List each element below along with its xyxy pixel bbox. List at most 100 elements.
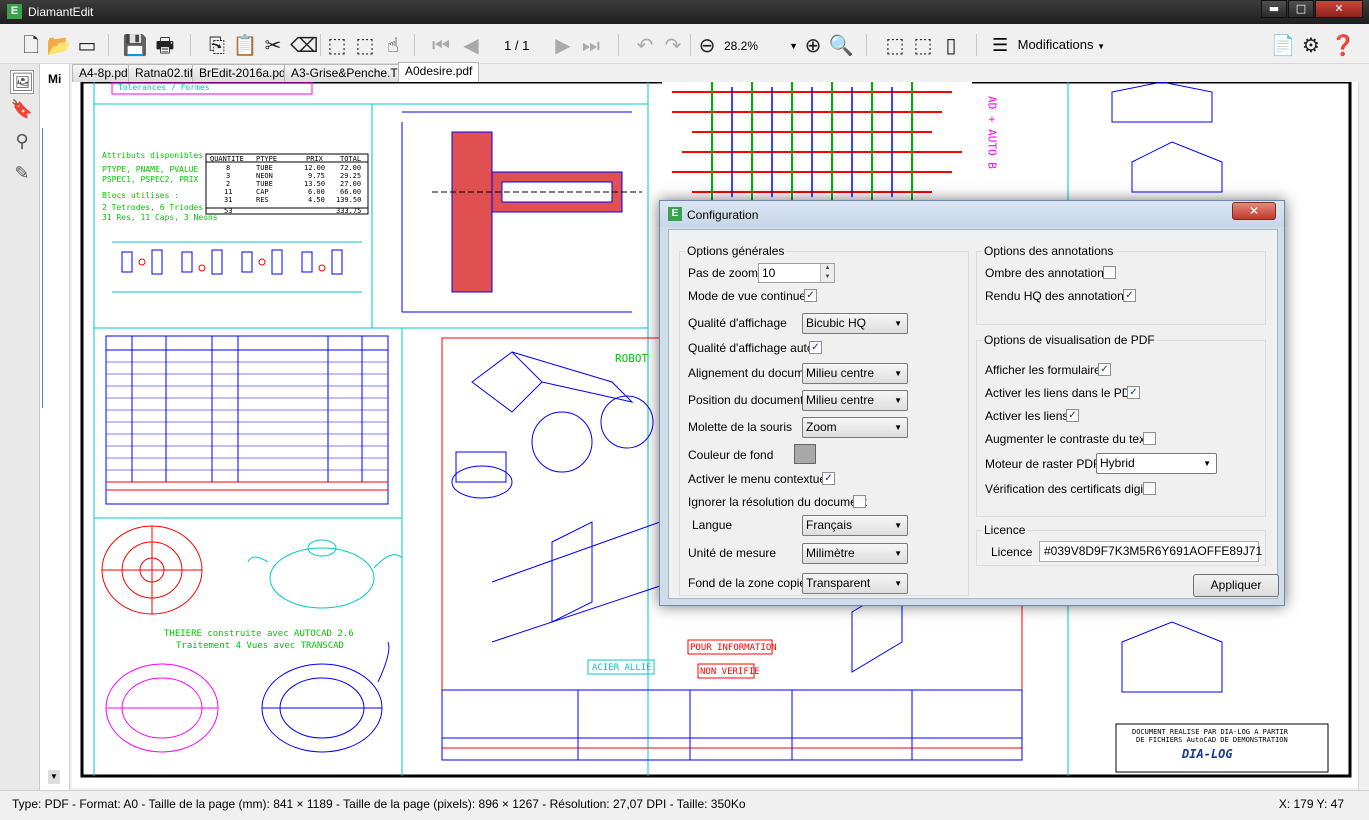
dialog-close-button[interactable]: ✕ bbox=[1232, 202, 1276, 220]
next-page-icon[interactable]: ▶ bbox=[550, 32, 576, 58]
pencil-icon[interactable]: ✎ bbox=[10, 162, 34, 186]
dialog-title-bar: E Configuration ✕ bbox=[660, 201, 1284, 227]
bom-cell: 31 bbox=[224, 196, 232, 204]
thumbnail-marker bbox=[42, 128, 60, 408]
auto-quality-label: Qualité d'affichage auto bbox=[688, 341, 814, 355]
maximize-button[interactable]: □ bbox=[1288, 0, 1314, 18]
pdf-export-icon[interactable]: 📄 bbox=[1270, 32, 1296, 58]
certificate-check-checkbox[interactable] bbox=[1143, 482, 1156, 495]
thumbnails-icon[interactable]: 🖼 bbox=[10, 70, 34, 94]
context-menu-label: Activer le menu contextuel bbox=[688, 472, 829, 486]
pdf-links-checkbox[interactable]: ✓ bbox=[1127, 386, 1140, 399]
gear-icon[interactable]: ⚙ bbox=[1298, 32, 1324, 58]
page-indicator[interactable]: 1 / 1 bbox=[504, 38, 529, 53]
license-field[interactable]: #039V8D9F7K3M5R6Y691AOFFE89J71 bbox=[1039, 541, 1262, 562]
scanner-icon[interactable]: ▭ bbox=[74, 32, 100, 58]
close-window-button[interactable]: ✕ bbox=[1315, 0, 1363, 18]
chevron-down-icon: ▼ bbox=[894, 369, 902, 378]
copy-background-select[interactable]: Transparent ▼ bbox=[802, 573, 908, 594]
annotations-hq-checkbox[interactable]: ✓ bbox=[1123, 289, 1136, 302]
save-icon[interactable]: 💾 bbox=[122, 32, 148, 58]
spin-down-icon[interactable]: ▼ bbox=[820, 273, 834, 282]
tab-ratna02[interactable]: Ratna02.tif bbox=[128, 64, 201, 82]
zoom-out-icon[interactable]: ⊖ bbox=[694, 32, 720, 58]
apply-button[interactable]: Appliquer bbox=[1193, 574, 1279, 597]
cut-icon[interactable]: ✂ bbox=[260, 32, 286, 58]
document-scrollbar[interactable] bbox=[1358, 82, 1369, 790]
zoom-fit-icon[interactable]: 🔍 bbox=[828, 32, 854, 58]
zoom-level-combo[interactable]: 28.2% ▼ bbox=[724, 36, 800, 56]
bom-cell: 3 bbox=[226, 172, 230, 180]
bom-cell: TUBE bbox=[256, 180, 273, 188]
continuous-view-checkbox[interactable]: ✓ bbox=[804, 289, 817, 302]
modifications-label: Modifications bbox=[1017, 37, 1094, 52]
pan-hand-icon[interactable]: ☝ bbox=[380, 32, 406, 58]
mouse-wheel-value: Zoom bbox=[806, 420, 837, 434]
spin-up-icon[interactable]: ▲ bbox=[820, 264, 834, 273]
alignment-select[interactable]: Milieu centre ▼ bbox=[802, 363, 908, 384]
bom-cell: TUBE bbox=[256, 164, 273, 172]
help-icon[interactable]: ❓ bbox=[1330, 32, 1356, 58]
new-document-icon[interactable]: 🗋 bbox=[18, 32, 44, 58]
select-area-icon[interactable]: ⬚ bbox=[324, 32, 350, 58]
paste-icon[interactable]: 📋 bbox=[232, 32, 258, 58]
actual-size-icon[interactable]: ▯ bbox=[938, 32, 964, 58]
open-folder-icon[interactable]: 📂 bbox=[46, 32, 72, 58]
fit-page-icon[interactable]: ⬚ bbox=[882, 32, 908, 58]
unit-select[interactable]: Milimètre ▼ bbox=[802, 543, 908, 564]
select-zone-icon[interactable]: ⬚ bbox=[352, 32, 378, 58]
schematic-circuit bbox=[112, 241, 362, 293]
redo-icon[interactable]: ↷ bbox=[660, 32, 686, 58]
bom-cell: 72.00 bbox=[340, 164, 361, 172]
tab-bredit-2016a[interactable]: BrEdit-2016a.pdf bbox=[192, 64, 297, 82]
modifications-menu[interactable]: ☰ Modifications ▼ bbox=[992, 34, 1112, 56]
text-contrast-checkbox[interactable] bbox=[1143, 432, 1156, 445]
copy-background-label: Fond de la zone copiée bbox=[688, 576, 813, 590]
last-page-icon[interactable]: ⏭ bbox=[578, 32, 604, 58]
links-label: Activer les liens bbox=[985, 409, 1069, 423]
mouse-wheel-select[interactable]: Zoom ▼ bbox=[802, 417, 908, 438]
binoculars-icon[interactable]: ⚲ bbox=[10, 130, 34, 154]
attributes-list-1: PTYPE, PNAME, PVALUE bbox=[102, 165, 199, 174]
zoom-in-icon[interactable]: ⊕ bbox=[800, 32, 826, 58]
tab-a3-grise-penche[interactable]: A3-Grise&Penche.TIF bbox=[284, 64, 416, 82]
first-page-icon[interactable]: ⏮ bbox=[428, 32, 454, 58]
annotations-shadow-checkbox[interactable] bbox=[1103, 266, 1116, 279]
raster-engine-select[interactable]: Hybrid ▼ bbox=[1096, 453, 1217, 474]
fit-width-icon[interactable]: ⬚ bbox=[910, 32, 936, 58]
sidebar-scroll-down[interactable]: ▼ bbox=[48, 770, 60, 784]
teapot-blue bbox=[261, 641, 390, 753]
title-bar: E DiamantEdit ▬ □ ✕ bbox=[0, 0, 1369, 24]
zoom-step-spinner[interactable]: 10 ▲ ▼ bbox=[758, 263, 835, 283]
bom-cell: 2 bbox=[226, 180, 230, 188]
bom-cell: 9.75 bbox=[308, 172, 325, 180]
attributes-list-2: PSPEC1, PSPEC2, PRIX bbox=[102, 175, 199, 184]
auto-quality-checkbox[interactable]: ✓ bbox=[809, 341, 822, 354]
ignore-resolution-checkbox[interactable] bbox=[853, 495, 866, 508]
position-select[interactable]: Milieu centre ▼ bbox=[802, 390, 908, 411]
links-checkbox[interactable]: ✓ bbox=[1066, 409, 1079, 422]
alignment-value: Milieu centre bbox=[806, 366, 875, 380]
previous-page-icon[interactable]: ◀ bbox=[458, 32, 484, 58]
print-icon[interactable]: 🖶 bbox=[152, 32, 178, 58]
tab-a0desire[interactable]: A0desire.pdf bbox=[398, 62, 480, 83]
robot-label: ROBOT bbox=[615, 352, 648, 365]
bom-header-total: TOTAL bbox=[340, 155, 361, 163]
context-menu-checkbox[interactable]: ✓ bbox=[822, 472, 835, 485]
bookmark-icon[interactable]: 🔖 bbox=[10, 98, 34, 122]
left-sidebar: 🖼 🔖 ⚲ ✎ bbox=[0, 64, 40, 790]
panel-label: Mi bbox=[48, 72, 62, 86]
chevron-down-icon: ▼ bbox=[1203, 459, 1211, 468]
language-select[interactable]: Français ▼ bbox=[802, 515, 908, 536]
copy-icon[interactable]: ⎘ bbox=[204, 32, 230, 58]
show-forms-checkbox[interactable]: ✓ bbox=[1098, 363, 1111, 376]
teapot-magenta bbox=[105, 663, 219, 753]
display-quality-select[interactable]: Bicubic HQ ▼ bbox=[802, 313, 908, 334]
undo-icon[interactable]: ↶ bbox=[632, 32, 658, 58]
pdf-options-title: Options de visualisation de PDF bbox=[982, 333, 1157, 347]
eraser-icon[interactable]: ⌫ bbox=[290, 32, 318, 58]
blocks-list-2: 31 Res, 11 Caps, 3 Neons bbox=[102, 213, 218, 222]
minimize-button[interactable]: ▬ bbox=[1261, 0, 1287, 18]
annotations-options-group: Options des annotations Ombre des annota… bbox=[976, 244, 1266, 325]
background-color-swatch[interactable] bbox=[794, 444, 816, 464]
